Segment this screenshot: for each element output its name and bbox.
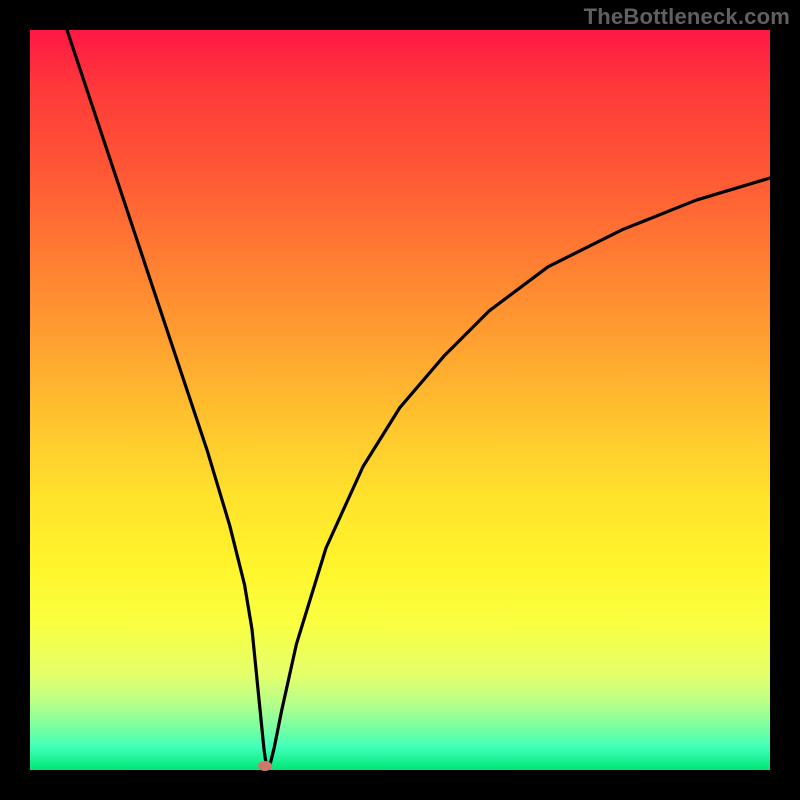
chart-stage: TheBottleneck.com xyxy=(0,0,800,800)
watermark-text: TheBottleneck.com xyxy=(584,4,790,30)
minimum-marker xyxy=(258,761,272,771)
bottleneck-curve xyxy=(30,30,770,770)
plot-area xyxy=(30,30,770,770)
